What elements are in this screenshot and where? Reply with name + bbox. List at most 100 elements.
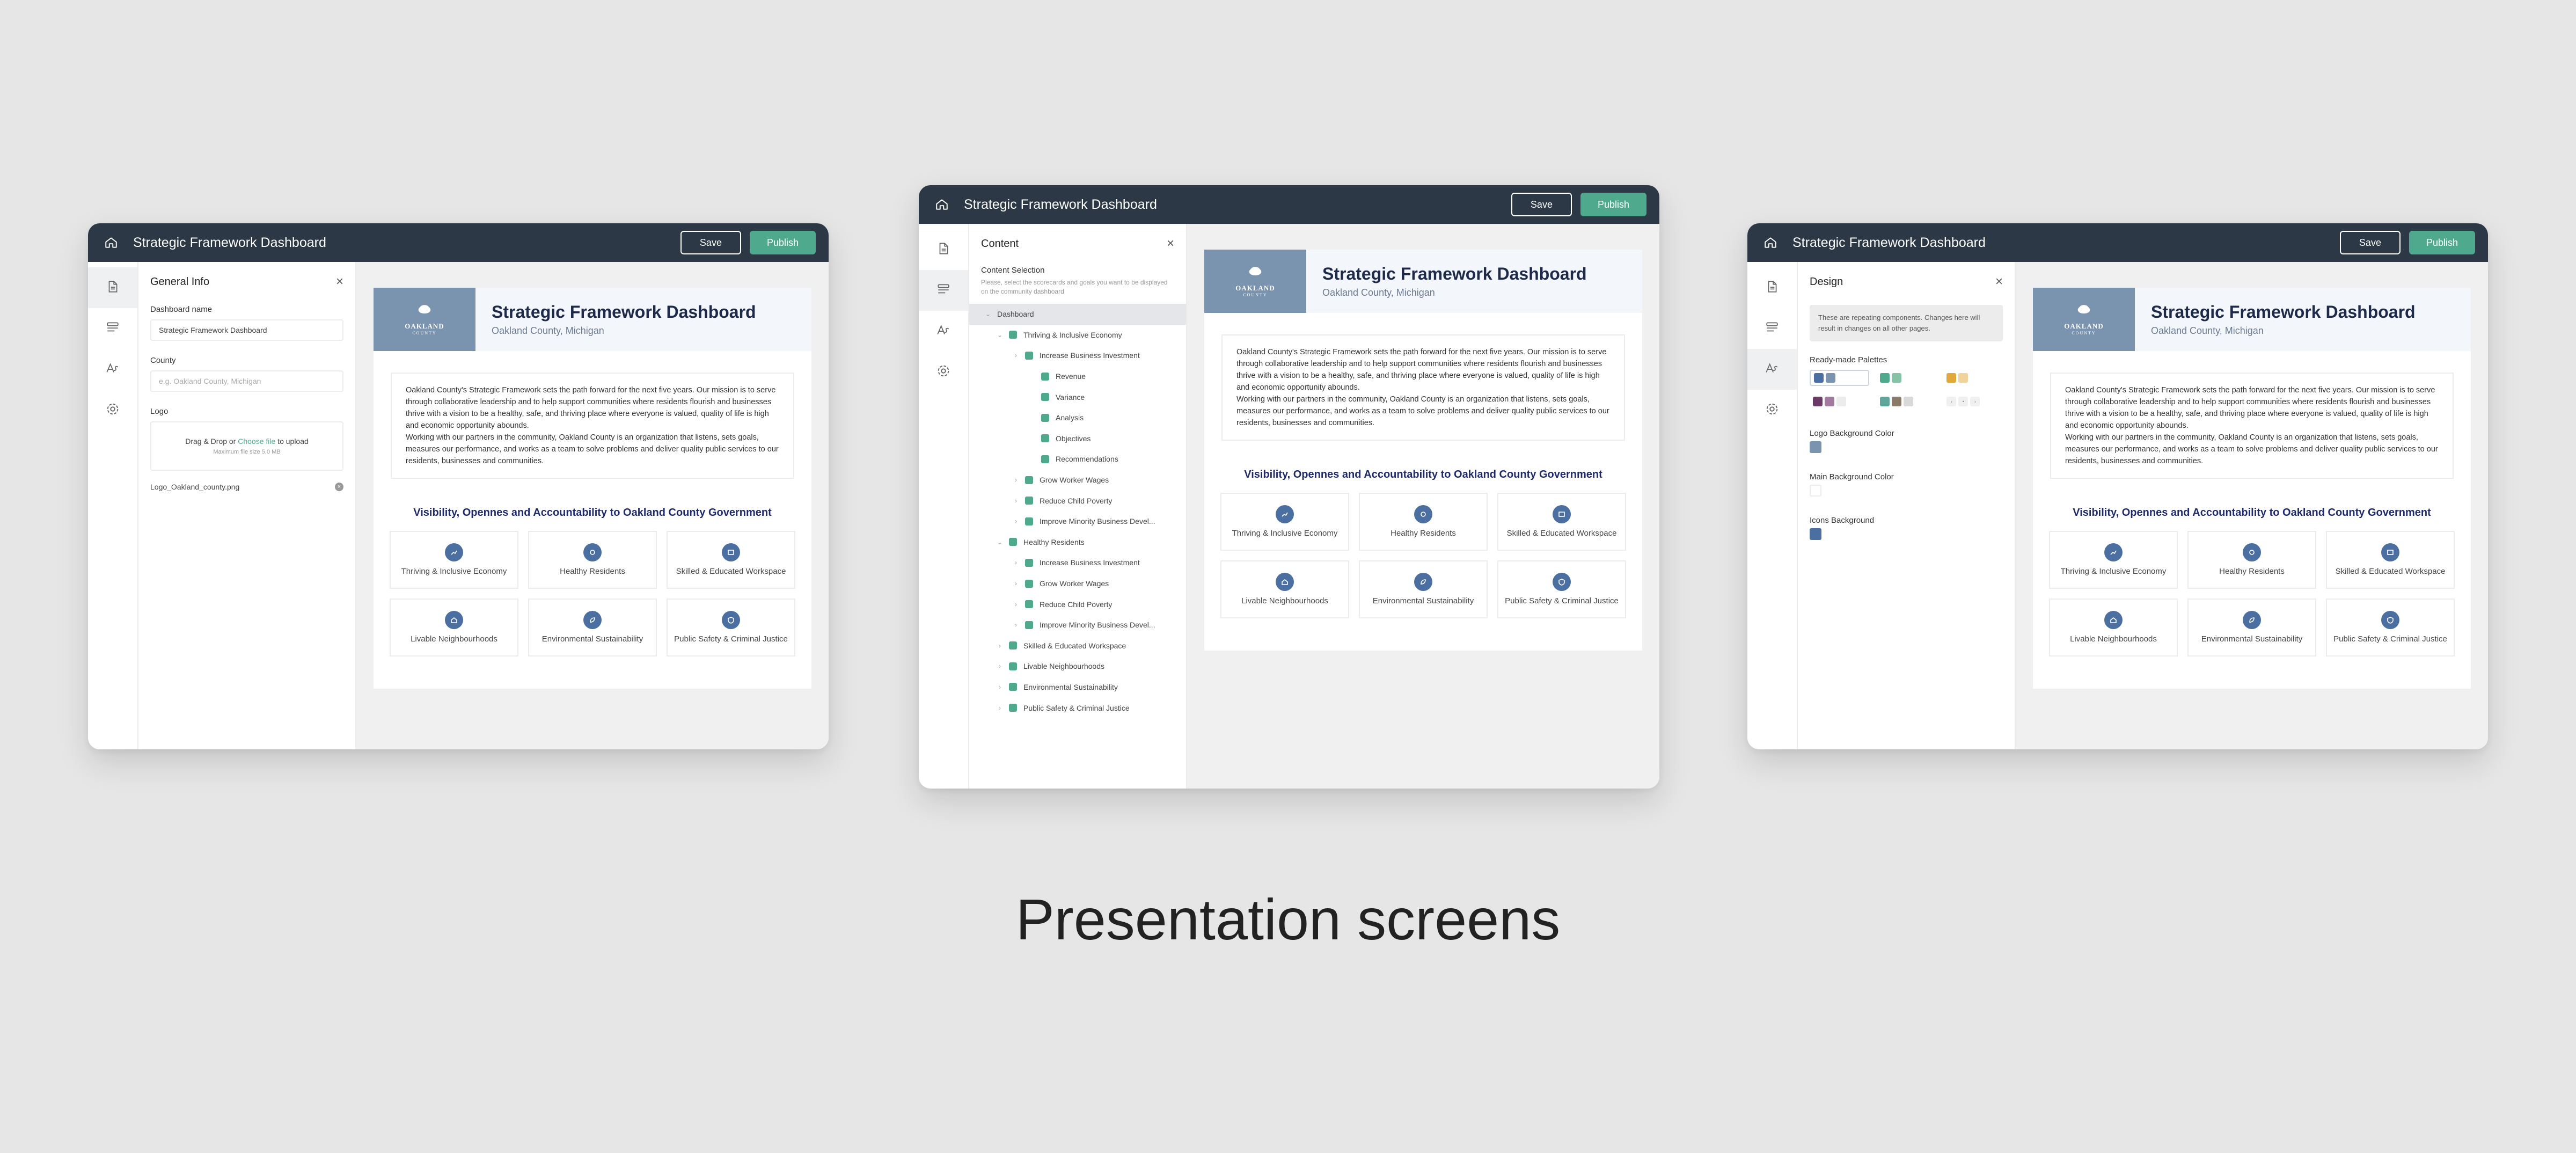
checkbox-checked[interactable] xyxy=(1009,538,1017,546)
publish-button[interactable]: Publish xyxy=(1580,193,1646,216)
tile-healthy-residents[interactable]: Healthy Residents xyxy=(2187,531,2316,589)
rail-design[interactable] xyxy=(88,349,137,390)
palette-option-2[interactable] xyxy=(1877,370,1936,386)
checkbox-checked[interactable] xyxy=(1041,393,1049,402)
home-icon[interactable] xyxy=(1762,235,1779,251)
palette-option-3[interactable] xyxy=(1943,370,2003,386)
chevron-right-icon[interactable]: › xyxy=(1012,601,1020,608)
tree-item[interactable]: › Livable Neighbourhoods xyxy=(981,656,1174,677)
tile-environmental-sustainability[interactable]: Environmental Sustainability xyxy=(1359,560,1488,618)
tile-thriving-economy[interactable]: Thriving & Inclusive Economy xyxy=(1220,493,1349,551)
rail-content[interactable] xyxy=(919,270,968,311)
save-button[interactable]: Save xyxy=(2339,231,2401,254)
tile-livable-neighbourhoods[interactable]: Livable Neighbourhoods xyxy=(1220,560,1349,618)
rail-settings[interactable] xyxy=(1747,390,1797,430)
save-button[interactable]: Save xyxy=(1511,193,1572,216)
home-icon[interactable] xyxy=(934,196,950,213)
tile-public-safety[interactable]: Public Safety & Criminal Justice xyxy=(1497,560,1626,618)
checkbox-checked[interactable] xyxy=(1025,476,1033,484)
tree-item[interactable]: › Reduce Child Poverty xyxy=(981,490,1174,511)
chevron-right-icon[interactable]: › xyxy=(996,683,1004,691)
tile-skilled-workspace[interactable]: Skilled & Educated Workspace xyxy=(1497,493,1626,551)
tree-item[interactable]: › Increase Business Investment xyxy=(981,345,1174,366)
tree-item[interactable]: › Increase Business Investment xyxy=(981,552,1174,573)
save-button[interactable]: Save xyxy=(680,231,741,254)
chevron-right-icon[interactable]: › xyxy=(996,642,1004,650)
tree-item[interactable]: › Reduce Child Poverty xyxy=(981,594,1174,615)
tile-skilled-workspace[interactable]: Skilled & Educated Workspace xyxy=(2326,531,2455,589)
rail-design[interactable] xyxy=(1747,349,1797,390)
dot-icon[interactable]: • xyxy=(1958,397,1968,406)
logo-bg-color-swatch[interactable] xyxy=(1810,441,1821,453)
palette-option-5[interactable] xyxy=(1877,393,1936,410)
tree-item[interactable]: › Improve Minority Business Devel... xyxy=(981,615,1174,636)
chevron-right-icon[interactable]: › xyxy=(1012,476,1020,484)
chevron-right-icon[interactable]: › xyxy=(1012,621,1020,629)
palette-option-1[interactable] xyxy=(1810,370,1869,386)
checkbox-checked[interactable] xyxy=(1025,558,1033,567)
chevron-right-icon[interactable]: › xyxy=(996,704,1004,712)
chevron-right-icon[interactable]: › xyxy=(1012,580,1020,587)
close-icon[interactable]: × xyxy=(1995,275,2003,288)
checkbox-checked[interactable] xyxy=(1041,372,1049,381)
home-icon[interactable] xyxy=(103,235,119,251)
rail-general-info[interactable] xyxy=(88,267,137,308)
rail-general-info[interactable] xyxy=(919,229,968,270)
choose-file-link[interactable]: Choose file xyxy=(238,437,275,446)
tile-environmental-sustainability[interactable]: Environmental Sustainability xyxy=(2187,599,2316,656)
checkbox-checked[interactable] xyxy=(1025,579,1033,588)
tile-livable-neighbourhoods[interactable]: Livable Neighbourhoods xyxy=(390,599,518,656)
rail-settings[interactable] xyxy=(919,352,968,392)
tree-item[interactable]: ⌄ Thriving & Inclusive Economy xyxy=(981,325,1174,346)
checkbox-checked[interactable] xyxy=(1009,641,1017,650)
rail-content[interactable] xyxy=(1747,308,1797,349)
tree-item[interactable]: › Environmental Sustainability xyxy=(981,677,1174,698)
checkbox-checked[interactable] xyxy=(1009,704,1017,712)
checkbox-checked[interactable] xyxy=(1025,517,1033,526)
tree-item[interactable]: Recommendations xyxy=(981,449,1174,470)
checkbox-checked[interactable] xyxy=(1025,351,1033,360)
tile-healthy-residents[interactable]: Healthy Residents xyxy=(528,531,657,589)
tree-item[interactable]: Analysis xyxy=(981,407,1174,428)
tree-item[interactable]: › Public Safety & Criminal Justice xyxy=(981,697,1174,718)
icons-bg-color-swatch[interactable] xyxy=(1810,528,1821,540)
tree-item[interactable]: › Skilled & Educated Workspace xyxy=(981,636,1174,656)
rail-general-info[interactable] xyxy=(1747,267,1797,308)
tree-item[interactable]: › Grow Worker Wages xyxy=(981,470,1174,491)
rail-settings[interactable] xyxy=(88,390,137,430)
tile-healthy-residents[interactable]: Healthy Residents xyxy=(1359,493,1488,551)
tree-item[interactable]: Revenue xyxy=(981,366,1174,387)
tile-environmental-sustainability[interactable]: Environmental Sustainability xyxy=(528,599,657,656)
chevron-right-icon[interactable]: › xyxy=(996,662,1004,670)
remove-file-icon[interactable]: × xyxy=(335,483,343,491)
tree-item[interactable]: Objectives xyxy=(981,428,1174,449)
chevron-right-icon[interactable]: › xyxy=(1012,352,1020,359)
chevron-left-icon[interactable]: ‹ xyxy=(1946,397,1957,406)
logo-dropzone[interactable]: Drag & Drop or Choose file to upload Max… xyxy=(150,421,343,471)
tile-public-safety[interactable]: Public Safety & Criminal Justice xyxy=(667,599,795,656)
chevron-right-icon[interactable]: › xyxy=(1012,559,1020,566)
chevron-down-icon[interactable]: ⌄ xyxy=(984,310,992,318)
chevron-right-icon[interactable]: › xyxy=(1012,497,1020,505)
checkbox-checked[interactable] xyxy=(1025,600,1033,609)
chevron-down-icon[interactable]: ⌄ xyxy=(996,331,1004,339)
checkbox-checked[interactable] xyxy=(1009,683,1017,691)
rail-content[interactable] xyxy=(88,308,137,349)
publish-button[interactable]: Publish xyxy=(749,231,816,254)
tile-thriving-economy[interactable]: Thriving & Inclusive Economy xyxy=(2049,531,2178,589)
tree-item[interactable]: › Grow Worker Wages xyxy=(981,573,1174,594)
county-input[interactable]: e.g. Oakland County, Michigan xyxy=(150,370,343,392)
checkbox-checked[interactable] xyxy=(1041,455,1049,463)
chevron-right-icon[interactable]: › xyxy=(1012,517,1020,525)
tile-public-safety[interactable]: Public Safety & Criminal Justice xyxy=(2326,599,2455,656)
tile-skilled-workspace[interactable]: Skilled & Educated Workspace xyxy=(667,531,795,589)
tree-item[interactable]: ⌄ Dashboard xyxy=(969,304,1186,325)
tree-item[interactable]: › Improve Minority Business Devel... xyxy=(981,511,1174,532)
tile-thriving-economy[interactable]: Thriving & Inclusive Economy xyxy=(390,531,518,589)
main-bg-color-swatch[interactable] xyxy=(1810,485,1821,497)
rail-design[interactable] xyxy=(919,311,968,352)
checkbox-checked[interactable] xyxy=(1041,413,1049,422)
palette-option-4[interactable] xyxy=(1810,393,1869,410)
checkbox-checked[interactable] xyxy=(1009,331,1017,339)
tile-livable-neighbourhoods[interactable]: Livable Neighbourhoods xyxy=(2049,599,2178,656)
